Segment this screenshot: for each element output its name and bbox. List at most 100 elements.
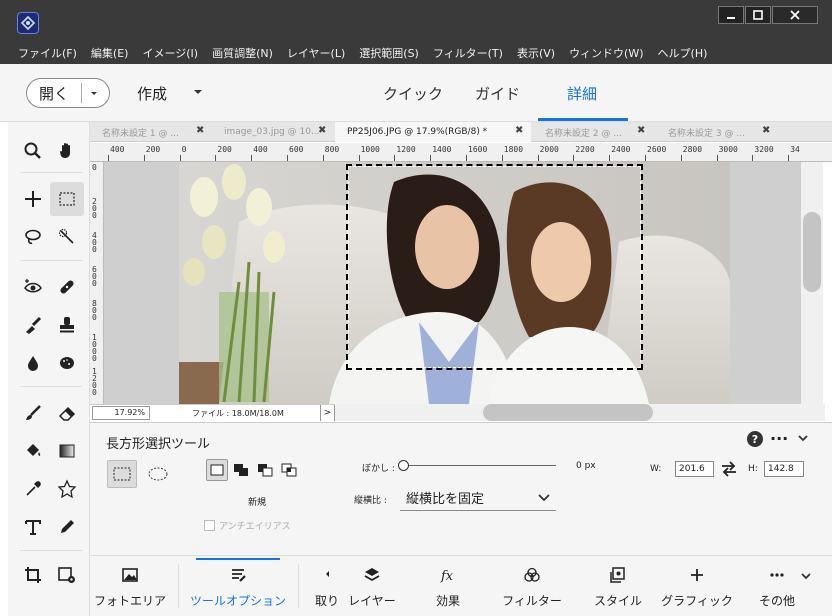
recompose-tool-icon[interactable]: [52, 560, 82, 590]
undo-button[interactable]: 取り: [312, 556, 342, 616]
menu-view[interactable]: 表示(V): [517, 45, 555, 61]
rectangle-marquee-option[interactable]: [107, 460, 137, 488]
type-tool-icon[interactable]: [18, 512, 48, 542]
tab-expert[interactable]: 詳細: [567, 83, 597, 104]
blur-tool-icon[interactable]: [18, 348, 48, 378]
crop-tool-icon[interactable]: [18, 560, 48, 590]
title-bar: [0, 0, 832, 42]
gradient-tool-icon[interactable]: [52, 436, 82, 466]
elliptical-marquee-option[interactable]: [143, 460, 173, 488]
open-button[interactable]: 開く: [26, 78, 110, 108]
file-size-info: ファイル : 18.0M/18.0M: [192, 409, 284, 418]
vertical-scrollbar-thumb[interactable]: [803, 212, 821, 292]
open-dropdown-icon[interactable]: [87, 86, 101, 100]
close-tab-icon[interactable]: ✖: [637, 125, 645, 136]
height-input[interactable]: 142.8: [764, 461, 804, 477]
panel-label: ツールオプション: [190, 594, 287, 608]
menu-filter[interactable]: フィルター(T): [433, 45, 503, 61]
photo-bin-button[interactable]: フォトエリア: [94, 556, 166, 616]
svg-text:fx: fx: [440, 569, 454, 584]
more-options-icon[interactable]: ···: [770, 429, 788, 448]
feather-slider-knob[interactable]: [398, 460, 409, 471]
custom-shape-tool-icon[interactable]: [52, 474, 82, 504]
add-to-selection-icon[interactable]: [230, 459, 252, 481]
maximize-button[interactable]: [745, 6, 771, 24]
ruler-label: 1800: [503, 145, 524, 154]
feather-slider[interactable]: [398, 460, 556, 472]
menu-layer[interactable]: レイヤー(L): [287, 45, 345, 61]
filters-button[interactable]: フィルター: [500, 556, 564, 616]
create-button[interactable]: 作成: [137, 83, 167, 104]
horizontal-scrollbar-thumb[interactable]: [483, 404, 653, 421]
antialias-checkbox[interactable]: アンチエイリアス: [204, 519, 291, 532]
width-input[interactable]: 201.6: [675, 461, 714, 477]
canvas-area[interactable]: [104, 162, 801, 404]
sponge-tool-icon[interactable]: [52, 348, 82, 378]
menu-image[interactable]: イメージ(I): [142, 45, 198, 61]
effects-button[interactable]: fx 効果: [420, 556, 476, 616]
menu-file[interactable]: ファイル(F): [18, 45, 77, 61]
eraser-tool-icon[interactable]: [52, 398, 82, 428]
red-eye-tool-icon[interactable]: [18, 272, 48, 302]
tool-options-button[interactable]: ツールオプション: [190, 556, 286, 616]
document-tab-label: 名称未設定 1 @ ...: [102, 128, 179, 139]
document-tab[interactable]: 名称未設定 1 @ ... ✖: [90, 122, 210, 142]
status-menu-arrow[interactable]: >: [320, 405, 335, 421]
new-selection-icon[interactable]: [206, 459, 228, 481]
document-tab[interactable]: 名称未設定 2 @ ... ✖: [533, 122, 653, 142]
zoom-level-field[interactable]: 17.92%: [92, 406, 150, 420]
brush-tool-icon[interactable]: [18, 398, 48, 428]
spot-healing-brush-icon[interactable]: [52, 272, 82, 302]
document-tab[interactable]: image_03.jpg @ 10... ✖: [212, 122, 332, 142]
menu-window[interactable]: ウィンドウ(W): [569, 45, 643, 61]
pencil-tool-icon[interactable]: [52, 512, 82, 542]
close-button[interactable]: [772, 6, 818, 24]
close-tab-icon[interactable]: ✖: [515, 125, 523, 136]
styles-button[interactable]: スタイル: [590, 556, 646, 616]
clone-stamp-tool-icon[interactable]: [52, 310, 82, 340]
zoom-tool-icon[interactable]: [18, 136, 48, 166]
antialias-checkbox-box[interactable]: [204, 520, 215, 531]
minimize-button[interactable]: [718, 6, 744, 24]
graphics-button[interactable]: グラフィック: [661, 556, 733, 616]
lasso-tool-icon[interactable]: [18, 222, 48, 252]
menu-select[interactable]: 選択範囲(S): [359, 45, 419, 61]
tool-options-panel: 長方形選択ツール ? ··· 新規 アンチエイリアス ぼかし : 0 px 縦横…: [90, 422, 832, 555]
menu-edit[interactable]: 編集(E): [91, 45, 129, 61]
ruler-label: 1200: [396, 145, 416, 154]
paint-bucket-tool-icon[interactable]: [18, 436, 48, 466]
hand-tool-icon[interactable]: [52, 136, 82, 166]
close-tab-icon[interactable]: ✖: [318, 125, 326, 136]
vertical-scrollbar[interactable]: [801, 162, 823, 404]
ruler-label: 800: [92, 299, 97, 322]
move-tool-icon[interactable]: [18, 184, 48, 214]
tab-quick[interactable]: クイック: [383, 83, 443, 104]
quick-selection-tool-icon[interactable]: [52, 222, 82, 252]
feather-slider-track[interactable]: [408, 465, 556, 466]
create-dropdown-icon[interactable]: [193, 89, 203, 97]
layers-button[interactable]: レイヤー: [344, 556, 400, 616]
menu-enhance[interactable]: 画質調整(N): [212, 45, 273, 61]
chevron-down-icon[interactable]: [797, 432, 809, 444]
marquee-selection[interactable]: [346, 164, 643, 370]
aspect-ratio-select[interactable]: 縦横比を固定: [400, 485, 556, 511]
intersect-selection-icon[interactable]: [278, 459, 300, 481]
chevron-down-icon[interactable]: [800, 570, 812, 582]
swap-dimensions-icon[interactable]: [720, 461, 738, 477]
ruler-label: 1000: [360, 145, 380, 154]
smart-brush-tool-icon[interactable]: [18, 310, 48, 340]
subtract-from-selection-icon[interactable]: [254, 459, 276, 481]
more-panels-button[interactable]: その他: [752, 556, 802, 616]
rectangular-marquee-tool-icon[interactable]: [50, 182, 84, 216]
close-tab-icon[interactable]: ✖: [196, 125, 204, 136]
menu-help[interactable]: ヘルプ(H): [658, 45, 708, 61]
document-tab-active[interactable]: PP25J06.JPG @ 17.9%(RGB/8) * ✖: [335, 122, 531, 142]
eyedropper-tool-icon[interactable]: [18, 474, 48, 504]
close-tab-icon[interactable]: ✖: [762, 125, 770, 136]
help-icon[interactable]: ?: [747, 431, 763, 447]
status-bar: 17.92% ファイル : 18.0M/18.0M >: [90, 404, 335, 421]
tab-guide[interactable]: ガイド: [475, 83, 520, 104]
document-tab[interactable]: 名称未設定 3 @ ... ✖: [656, 122, 776, 142]
selection-mode-label: 新規: [248, 498, 267, 508]
horizontal-scrollbar[interactable]: [335, 404, 825, 421]
